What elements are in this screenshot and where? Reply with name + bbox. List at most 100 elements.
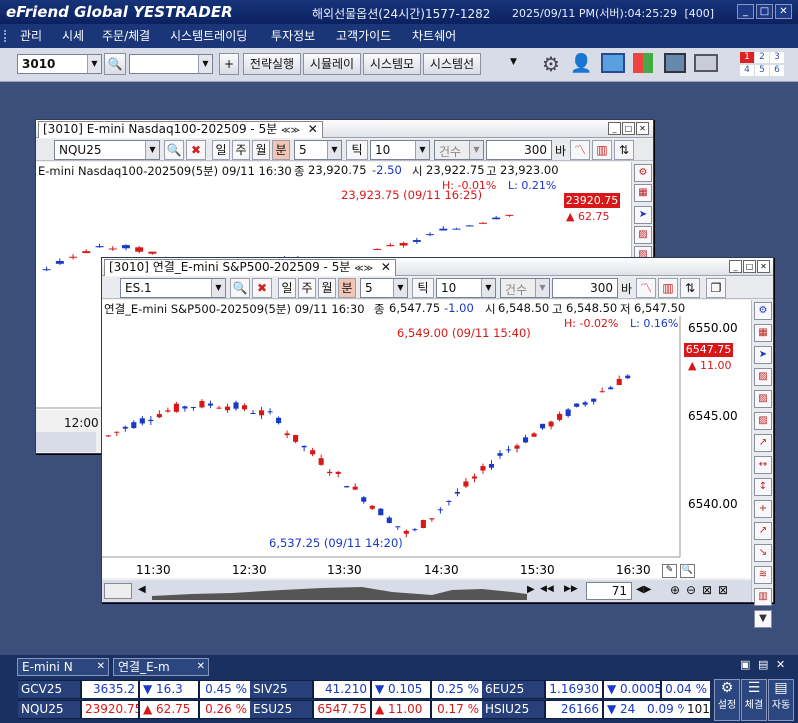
nasdaq-window-title[interactable]: [3010] E-mini Nasdaq100-202509 - 5분 ≪≫ ✕ xyxy=(38,121,323,138)
page-6-button[interactable]: 6 xyxy=(770,65,784,76)
tile-windows-icon[interactable]: ▣ xyxy=(740,658,750,671)
close-tab-icon[interactable]: ✕ xyxy=(308,122,318,136)
page-1-button[interactable]: 1 xyxy=(740,52,754,63)
quote-symbol[interactable]: 6EU25 xyxy=(482,681,544,698)
system-mode-button[interactable]: 시스템모 xyxy=(363,53,421,75)
gear-icon[interactable]: ⚙ xyxy=(542,52,560,76)
channel-tool-icon[interactable]: ≋ xyxy=(754,566,772,584)
cascade-icon[interactable]: ▤ xyxy=(758,658,768,671)
nasdaq-scroll-stub[interactable] xyxy=(36,432,96,452)
zoom-in-icon[interactable]: ⊕ xyxy=(670,583,680,597)
minimize-icon[interactable]: _ xyxy=(729,260,742,273)
page-4-button[interactable]: 4 xyxy=(740,65,754,76)
page-2-button[interactable]: 2 xyxy=(755,52,769,63)
count-select[interactable]: 건수 ▼ xyxy=(500,278,550,298)
auto-button[interactable]: ▤ 자동 xyxy=(768,679,794,721)
simulation-button[interactable]: 시뮬레이 xyxy=(303,53,361,75)
area-tool-icon[interactable]: ▨ xyxy=(754,390,772,408)
quote-symbol[interactable]: GCV25 xyxy=(18,681,80,698)
chart-settings-icon[interactable]: ⚙ xyxy=(634,164,652,182)
cursor-icon[interactable]: ➤ xyxy=(754,346,772,364)
zoom-value-input[interactable]: 71 xyxy=(586,582,632,600)
period-week-button[interactable]: 주 xyxy=(232,140,250,160)
tick-button[interactable]: 틱 xyxy=(412,278,434,298)
page-5-button[interactable]: 5 xyxy=(755,65,769,76)
angle-line-icon[interactable]: ↘ xyxy=(754,544,772,562)
close-app-button[interactable]: ✕ xyxy=(775,4,792,19)
cross-line-icon[interactable]: + xyxy=(754,500,772,518)
candle-icon[interactable]: ▥ xyxy=(592,140,612,160)
period-day-button[interactable]: 일 xyxy=(212,140,230,160)
printer-icon[interactable] xyxy=(694,54,718,72)
quote-symbol[interactable]: SIV25 xyxy=(250,681,312,698)
scroll-down-icon[interactable]: ▼ xyxy=(754,610,772,628)
strategy-run-button[interactable]: 전략실행 xyxy=(243,53,301,75)
monitor-icon[interactable] xyxy=(601,53,625,73)
chart-settings-icon[interactable]: ⚙ xyxy=(754,302,772,320)
symbol-select[interactable]: NQU25 ▼ xyxy=(54,140,160,160)
area-tool-icon[interactable]: ▨ xyxy=(754,368,772,386)
period-value-select[interactable]: 5 ▼ xyxy=(360,278,408,298)
page-left-icon[interactable]: ◀◀ xyxy=(540,584,554,594)
system-select-button[interactable]: 시스템선 xyxy=(423,53,481,75)
scroll-left-icon[interactable]: ◀ xyxy=(138,584,146,595)
magnify-icon[interactable]: 🔍 xyxy=(680,564,695,578)
chevron-down-icon[interactable]: ▼ xyxy=(510,57,517,67)
add-icon[interactable]: + xyxy=(219,53,239,75)
page-right-icon[interactable]: ▶▶ xyxy=(564,584,578,594)
tab-emini-nasdaq[interactable]: E-mini N ✕ xyxy=(17,658,109,676)
sp500-plot-area[interactable]: 6550.00 6545.00 6540.00 11:30 12:30 13:30 14:3… xyxy=(102,316,752,578)
screen-number-select[interactable]: 3010 ▼ xyxy=(17,54,102,74)
close-tab-icon[interactable]: ✕ xyxy=(381,260,391,274)
restore-icon[interactable]: □ xyxy=(743,260,756,273)
layout-grid-icon[interactable] xyxy=(633,53,653,73)
sp500-scroll-bar[interactable]: ◀ ▶ ◀◀ ▶▶ 71 ◀▶ ⊕ ⊖ ⊠ ⊠ xyxy=(102,580,752,602)
period-minute-button[interactable]: 분 xyxy=(272,140,290,160)
tick-button[interactable]: 틱 xyxy=(346,140,368,160)
tick-value-select[interactable]: 10 ▼ xyxy=(436,278,496,298)
tick-value-select[interactable]: 10 ▼ xyxy=(370,140,430,160)
menu-customer-guide[interactable]: 고객가이드 xyxy=(336,27,391,44)
minimize-icon[interactable]: _ xyxy=(608,122,621,135)
sp500-window-title[interactable]: [3010] 연결_E-mini S&P500-202509 - 5분 ≪≫ ✕ xyxy=(104,259,396,276)
copy-icon[interactable]: ❐ xyxy=(706,278,726,298)
draw-tool-icon[interactable]: ▨ xyxy=(634,226,652,244)
settings-button[interactable]: ⚙ 설정 xyxy=(714,679,740,721)
chart-type-icon[interactable]: 〽 xyxy=(570,140,590,160)
menu-investment-info[interactable]: 투자정보 xyxy=(271,27,315,44)
quote-symbol[interactable]: NQU25 xyxy=(18,701,80,718)
period-day-button[interactable]: 일 xyxy=(278,278,296,298)
chart-type-icon[interactable]: 〽 xyxy=(636,278,656,298)
menu-chart-share[interactable]: 차트쉐어 xyxy=(412,27,456,44)
count-select[interactable]: 건수 ▼ xyxy=(434,140,484,160)
quote-symbol[interactable]: ESU25 xyxy=(250,701,312,718)
clear-search-icon[interactable]: ✖ xyxy=(186,140,206,160)
cursor-icon[interactable]: ➤ xyxy=(634,206,652,224)
sort-icon[interactable]: ⇅ xyxy=(680,278,700,298)
restore-icon[interactable]: □ xyxy=(622,122,635,135)
user-settings-icon[interactable]: 👤 xyxy=(570,53,592,74)
period-value-select[interactable]: 5 ▼ xyxy=(294,140,342,160)
minimize-button[interactable]: _ xyxy=(737,4,754,19)
scroll-right-icon[interactable]: ▶ xyxy=(527,584,535,595)
scroll-handle[interactable] xyxy=(104,583,132,599)
menu-quotes[interactable]: 시세 xyxy=(62,27,84,44)
chart-grid-icon[interactable]: ▦ xyxy=(754,324,772,342)
search-icon[interactable]: 🔍 xyxy=(104,53,126,75)
vertical-line-icon[interactable]: ↕ xyxy=(754,478,772,496)
horizontal-line-icon[interactable]: ↔ xyxy=(754,456,772,474)
search-icon[interactable]: 🔍 xyxy=(164,140,184,160)
count-input[interactable]: 300 xyxy=(552,278,618,298)
camera-icon[interactable] xyxy=(664,53,686,73)
chart-grid-icon[interactable]: ▦ xyxy=(634,184,652,202)
menu-orders[interactable]: 주문/체결 xyxy=(102,27,150,44)
reset-icon[interactable]: ⊠ xyxy=(718,583,728,597)
period-month-button[interactable]: 월 xyxy=(318,278,336,298)
close-icon[interactable]: ✕ xyxy=(636,122,649,135)
quote-symbol[interactable]: HSIU25 xyxy=(482,701,544,718)
maximize-button[interactable]: □ xyxy=(756,4,773,19)
candle-icon[interactable]: ▥ xyxy=(658,278,678,298)
edit-icon[interactable]: ✎ xyxy=(662,564,677,578)
fit-icon[interactable]: ⊠ xyxy=(702,583,712,597)
symbol-select[interactable]: ES.1 ▼ xyxy=(120,278,226,298)
